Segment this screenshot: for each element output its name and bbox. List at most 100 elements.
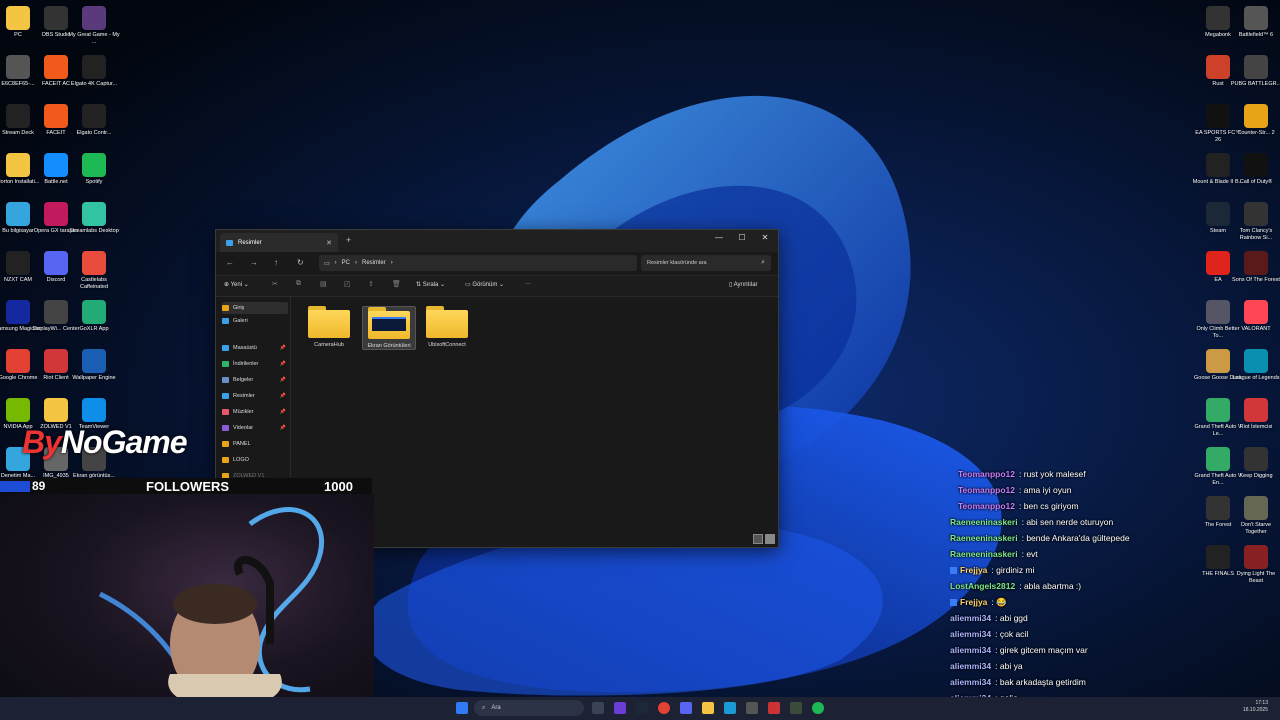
close-window-button[interactable]: ✕ xyxy=(756,233,774,242)
app-icon[interactable] xyxy=(746,702,758,714)
app-icon xyxy=(6,153,30,177)
desktop-icon[interactable]: VALORANT xyxy=(1230,300,1280,333)
desktop-icon[interactable]: Castlelabs Caffeinated xyxy=(68,251,120,291)
desktop-icon[interactable]: Don't Starve Together xyxy=(1230,496,1280,536)
app-icon xyxy=(6,349,30,373)
cut-icon[interactable]: ✂ xyxy=(272,280,278,288)
more-options-button[interactable]: ··· xyxy=(525,281,531,287)
desktop-icon[interactable]: Counter-Str... 2 xyxy=(1230,104,1280,137)
chrome-icon[interactable] xyxy=(658,702,670,714)
desktop-icon[interactable]: Elgato 4K Captur... xyxy=(68,55,120,88)
desktop-icon[interactable]: Dying Light The Beast xyxy=(1230,545,1280,585)
sidebar-item[interactable]: Müzikler 📌 xyxy=(222,406,288,418)
rename-icon[interactable]: ◰ xyxy=(344,280,351,288)
app-icon[interactable] xyxy=(614,702,626,714)
desktop-icon[interactable]: My Great Game - My ... xyxy=(68,6,120,46)
obs-icon[interactable] xyxy=(768,702,780,714)
app-icon xyxy=(82,6,106,30)
chat-username: Teomanppo12 xyxy=(958,485,1015,495)
sidebar-item[interactable]: Belgeler 📌 xyxy=(222,374,288,386)
app-icon xyxy=(1244,6,1268,30)
sidebar-item[interactable]: Resimler 📌 xyxy=(222,390,288,402)
folder-item[interactable]: CameraHub xyxy=(303,306,355,348)
spotify-icon[interactable] xyxy=(812,702,824,714)
desktop-icon[interactable]: Riot İstemcisi xyxy=(1230,398,1280,431)
address-bar[interactable]: ▭ › PC › Resimler › xyxy=(319,255,637,271)
details-view-toggle[interactable] xyxy=(753,534,763,544)
desktop-icon[interactable]: Tom Clancy's Rainbow Si... xyxy=(1230,202,1280,242)
desktop-icon-label: My Great Game - My ... xyxy=(68,32,120,45)
app-icon xyxy=(1244,153,1268,177)
desktop-icon[interactable]: Elgato Contr... xyxy=(68,104,120,137)
new-button[interactable]: ⊕ Yeni ⌄ xyxy=(224,281,249,288)
folder-item[interactable]: UbisoftConnect xyxy=(421,306,473,348)
desktop-icon[interactable]: Battlefield™ 6 xyxy=(1230,6,1280,39)
sort-button[interactable]: ⇅ Sırala ⌄ xyxy=(416,281,445,288)
app-icon xyxy=(82,104,106,128)
search-input[interactable]: Resimler klasöründe ara ⌕ xyxy=(641,255,771,271)
steam-icon[interactable] xyxy=(636,702,648,714)
details-button[interactable]: ▯ Ayrıntılar xyxy=(729,281,758,288)
view-button[interactable]: ▭ Görünüm ⌄ xyxy=(465,281,504,288)
folder-name: Ekran Görüntüleri xyxy=(367,343,411,349)
close-tab-icon[interactable]: ✕ xyxy=(326,239,332,247)
chat-text: ama iyi oyun xyxy=(1023,485,1072,495)
app-icon xyxy=(1244,398,1268,422)
breadcrumb-pc[interactable]: PC xyxy=(342,260,350,266)
system-clock[interactable]: 17:13 18.10.2025 xyxy=(1243,700,1268,714)
desktop-icon[interactable]: Keep Digging xyxy=(1230,447,1280,480)
breadcrumb-resimler[interactable]: Resimler xyxy=(362,260,386,266)
maximize-button[interactable]: ☐ xyxy=(733,233,751,242)
sidebar-item[interactable]: İndirilenler 📌 xyxy=(222,358,288,370)
icons-view-toggle[interactable] xyxy=(765,534,775,544)
desktop-icon[interactable]: PUBG BATTLEGR... xyxy=(1230,55,1280,88)
start-button[interactable] xyxy=(456,702,468,714)
share-icon[interactable]: ⇪ xyxy=(368,280,374,288)
taskbar-search[interactable]: ⌕ Ara xyxy=(474,700,584,716)
app-icon xyxy=(44,349,68,373)
desktop-icon-label: PUBG BATTLEGR... xyxy=(1230,81,1280,87)
desktop-icon[interactable]: GoXLR App xyxy=(68,300,120,333)
sidebar-item[interactable]: Videolar 📌 xyxy=(222,422,288,434)
app-icon xyxy=(44,398,68,422)
goal-progress-fill xyxy=(0,481,30,492)
folder-item[interactable]: Ekran Görüntüleri xyxy=(362,306,416,350)
chat-text: girek gitcem maçım var xyxy=(999,645,1088,655)
folder-icon xyxy=(222,318,229,324)
chat-text: ben cs giriyom xyxy=(1023,501,1079,511)
sidebar-item[interactable]: PANEL xyxy=(222,438,288,450)
discord-icon[interactable] xyxy=(680,702,692,714)
app-icon[interactable] xyxy=(790,702,802,714)
app-icon xyxy=(82,55,106,79)
desktop-icon[interactable]: Streamlabs Desktop xyxy=(68,202,120,235)
back-arrow-icon[interactable]: ← xyxy=(226,258,234,267)
edge-icon[interactable] xyxy=(724,702,736,714)
chat-username: Teomanppo12 xyxy=(958,501,1015,511)
minimize-button[interactable]: — xyxy=(710,233,728,242)
forward-arrow-icon[interactable]: → xyxy=(250,258,258,267)
desktop-icon[interactable]: Sons Of The Forest xyxy=(1230,251,1280,284)
app-icon xyxy=(1244,104,1268,128)
refresh-icon[interactable]: ↻ xyxy=(297,258,304,267)
desktop-icon[interactable]: League of Legends xyxy=(1230,349,1280,382)
chat-username: aliemmi34 xyxy=(950,661,992,671)
sidebar-item[interactable]: LOGO xyxy=(222,454,288,466)
copy-icon[interactable]: ⧉ xyxy=(296,280,301,288)
desktop-icon[interactable]: Wallpaper Engine xyxy=(68,349,120,382)
new-tab-button[interactable]: + xyxy=(346,235,351,245)
task-view-icon[interactable] xyxy=(592,702,604,714)
command-bar: ⊕ Yeni ⌄ ✂ ⧉ ▤ ◰ ⇪ 🗑 ⇅ Sırala ⌄ ▭ Görünü… xyxy=(216,275,778,297)
file-explorer-icon[interactable] xyxy=(702,702,714,714)
desktop-icon[interactable]: Call of Duty® xyxy=(1230,153,1280,186)
sidebar-item[interactable]: Galeri xyxy=(222,315,288,327)
app-icon xyxy=(1206,55,1230,79)
app-icon xyxy=(1244,349,1268,373)
tab-resimler[interactable]: Resimler ✕ xyxy=(220,233,338,252)
desktop-icon[interactable]: Spotify xyxy=(68,153,120,186)
up-arrow-icon[interactable]: ↑ xyxy=(274,258,278,267)
delete-icon[interactable]: 🗑 xyxy=(392,280,401,288)
app-icon xyxy=(6,55,30,79)
paste-icon[interactable]: ▤ xyxy=(320,280,327,288)
sidebar-item[interactable]: Masaüstü 📌 xyxy=(222,342,288,354)
sidebar-item[interactable]: Giriş xyxy=(222,302,288,314)
